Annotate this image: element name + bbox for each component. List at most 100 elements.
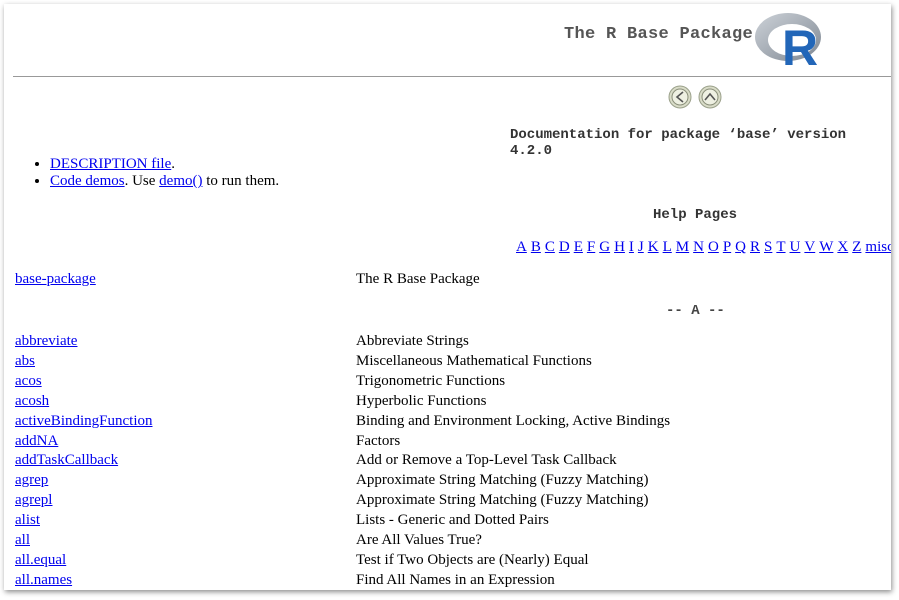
letter-item: V: [804, 239, 815, 255]
letter-link-j[interactable]: J: [638, 239, 644, 255]
code-demos-link[interactable]: Code demos: [50, 173, 125, 189]
table-row: all.equal Test if Two Objects are (Nearly…: [15, 552, 875, 570]
function-description: Test if Two Objects are (Nearly) Equal: [356, 552, 589, 568]
letter-link-n[interactable]: N: [693, 239, 704, 255]
function-link[interactable]: abbreviate: [15, 333, 77, 350]
base-package-link[interactable]: base-package: [15, 271, 96, 288]
function-description: Approximate String Matching (Fuzzy Match…: [356, 472, 649, 488]
header-divider: [13, 76, 891, 77]
letter-item: N: [693, 239, 704, 255]
letter-item: U: [790, 239, 801, 255]
letter-link-m[interactable]: M: [676, 239, 689, 255]
letter-link-v[interactable]: V: [804, 239, 815, 255]
letter-link-k[interactable]: K: [648, 239, 659, 255]
letter-item: T: [776, 239, 785, 255]
letter-link-d[interactable]: D: [559, 239, 570, 255]
letter-link-u[interactable]: U: [790, 239, 801, 255]
table-row: alist Lists - Generic and Dotted Pairs: [15, 512, 875, 530]
function-link[interactable]: all.names: [15, 572, 72, 589]
letter-link-b[interactable]: B: [531, 239, 541, 255]
table-row: acosh Hyperbolic Functions: [15, 393, 875, 411]
function-link[interactable]: addNA: [15, 433, 58, 450]
letter-item: G: [599, 239, 610, 255]
letter-link-s[interactable]: S: [764, 239, 772, 255]
letter-link-w[interactable]: W: [819, 239, 833, 255]
function-link[interactable]: all: [15, 532, 30, 549]
r-logo-icon: R: [755, 13, 821, 71]
function-description: Factors: [356, 433, 401, 449]
letter-item: E: [574, 239, 583, 255]
section-a-heading: -- A --: [666, 303, 725, 319]
letter-item: P: [723, 239, 731, 255]
letter-item: X: [837, 239, 848, 255]
function-description: Find All Names in an Expression: [356, 572, 555, 588]
letter-link-x[interactable]: X: [837, 239, 848, 255]
documentation-version-line: Documentation for package ‘base’ version…: [510, 127, 847, 159]
letter-link-o[interactable]: O: [708, 239, 719, 255]
letter-link-c[interactable]: C: [545, 239, 555, 255]
function-link[interactable]: agrep: [15, 472, 48, 489]
letter-link-f[interactable]: F: [587, 239, 595, 255]
letter-item: Z: [852, 239, 861, 255]
letter-link-i[interactable]: I: [629, 239, 634, 255]
letter-item: D: [559, 239, 570, 255]
letter-item: misc: [865, 239, 891, 255]
table-row: activeBindingFunction Binding and Environ…: [15, 413, 875, 431]
function-link[interactable]: acos: [15, 373, 42, 390]
function-link[interactable]: addTaskCallback: [15, 452, 118, 469]
letter-item: I: [629, 239, 634, 255]
letter-link-e[interactable]: E: [574, 239, 583, 255]
letter-item: R: [750, 239, 760, 255]
banner-title: The R Base Package: [564, 25, 754, 44]
function-description: Miscellaneous Mathematical Functions: [356, 353, 592, 369]
function-description: Binding and Environment Locking, Active …: [356, 413, 671, 429]
alphabet-index: A B C D E F G H I J K L M N O P Q R S T U V W X Zmisc: [516, 239, 891, 256]
description-list-item: DESCRIPTION file.: [50, 156, 279, 173]
browser-page: The R Base Package R Documentation for p…: [4, 4, 891, 590]
letter-link-r[interactable]: R: [750, 239, 760, 255]
code-demos-list-item: Code demos. Use demo() to run them.: [50, 173, 279, 190]
letter-link-t[interactable]: T: [776, 239, 785, 255]
function-link[interactable]: agrepl: [15, 492, 52, 509]
demo-function-link[interactable]: demo(): [159, 173, 202, 189]
letter-link-q[interactable]: Q: [735, 239, 746, 255]
function-description: Approximate String Matching (Fuzzy Match…: [356, 492, 649, 508]
letter-link-p[interactable]: P: [723, 239, 731, 255]
letter-link-h[interactable]: H: [614, 239, 625, 255]
function-description: Trigonometric Functions: [356, 373, 506, 389]
help-pages-heading: Help Pages: [653, 207, 738, 223]
letter-item: C: [545, 239, 555, 255]
letter-item: H: [614, 239, 625, 255]
letter-link-a[interactable]: A: [516, 239, 527, 255]
function-link[interactable]: alist: [15, 512, 40, 529]
table-row: abbreviate Abbreviate Strings: [15, 333, 875, 351]
letter-link-misc[interactable]: misc: [865, 239, 891, 255]
letter-item: J: [638, 239, 644, 255]
package-row: base-package The R Base Package: [15, 271, 875, 289]
description-file-link[interactable]: DESCRIPTION file: [50, 156, 171, 172]
circle-up-arrow-icon[interactable]: [698, 85, 722, 109]
function-link[interactable]: abs: [15, 353, 35, 370]
table-row: agrepl Approximate String Matching (Fuzzy…: [15, 492, 875, 510]
letter-item: S: [764, 239, 772, 255]
package-links-list: DESCRIPTION file. Code demos. Use demo()…: [4, 156, 279, 190]
letter-link-g[interactable]: G: [599, 239, 610, 255]
function-link[interactable]: acosh: [15, 393, 49, 410]
function-link[interactable]: activeBindingFunction: [15, 413, 152, 430]
table-row: acos Trigonometric Functions: [15, 373, 875, 391]
letter-link-l[interactable]: L: [663, 239, 672, 255]
function-link[interactable]: all.equal: [15, 552, 66, 569]
letter-item: O: [708, 239, 719, 255]
function-description: Lists - Generic and Dotted Pairs: [356, 512, 549, 528]
function-description: Hyperbolic Functions: [356, 393, 487, 409]
letter-item: A: [516, 239, 527, 255]
circle-left-arrow-icon[interactable]: [668, 85, 692, 109]
letter-item: M: [676, 239, 689, 255]
letter-item: F: [587, 239, 595, 255]
letter-item: K: [648, 239, 659, 255]
package-row-description: The R Base Package: [356, 271, 480, 287]
letter-item: L: [663, 239, 672, 255]
table-row: addNA Factors: [15, 433, 875, 451]
letter-link-z[interactable]: Z: [852, 239, 861, 255]
table-row: abs Miscellaneous Mathematical Functions: [15, 353, 875, 371]
